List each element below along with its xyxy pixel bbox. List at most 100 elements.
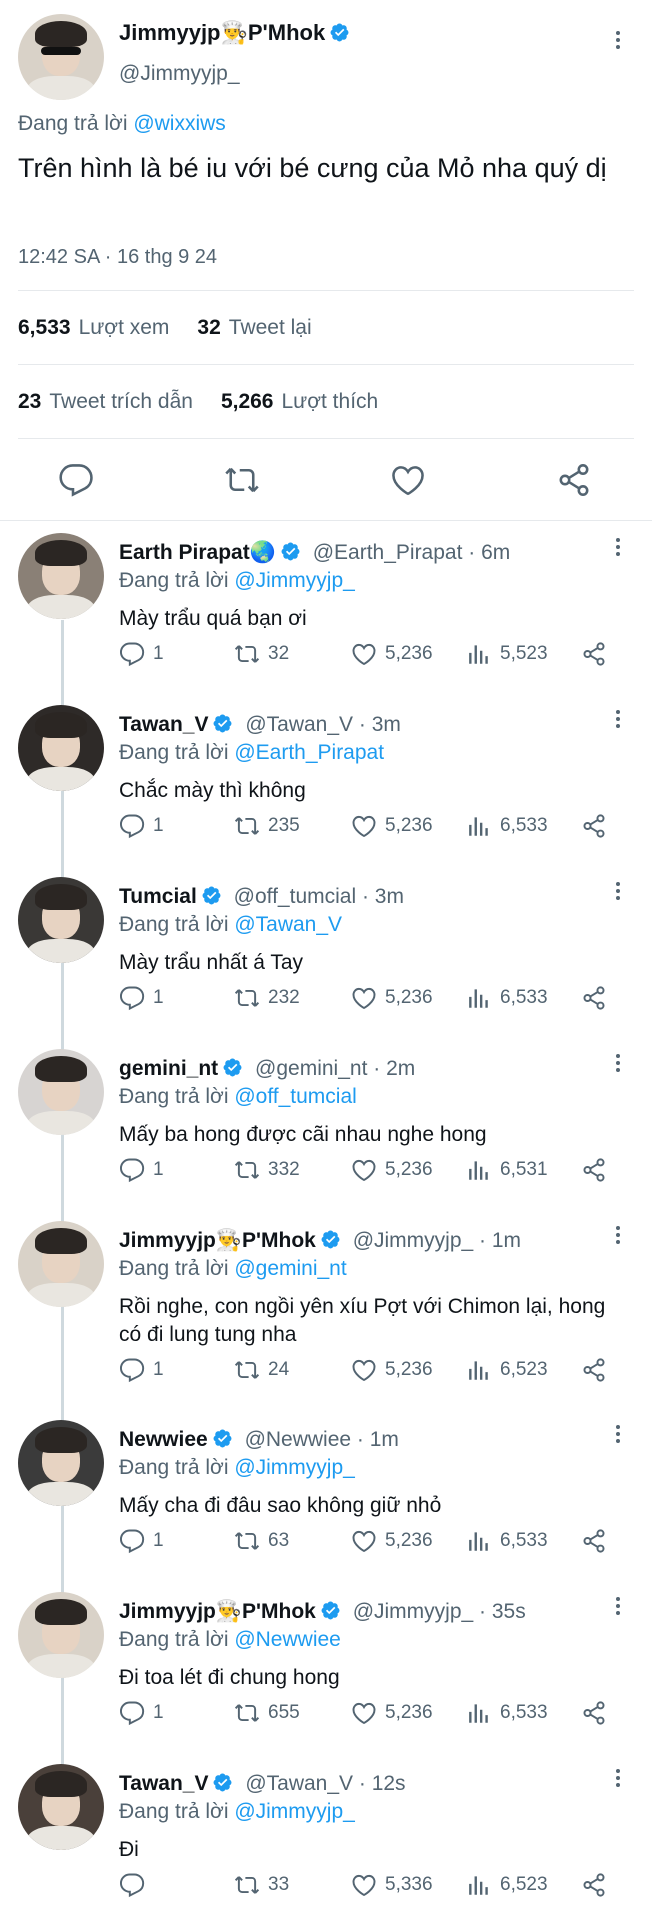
- share-button[interactable]: [581, 1155, 615, 1185]
- replying-to-link[interactable]: @Jimmyyjp_: [234, 569, 355, 592]
- reply-button[interactable]: 1: [119, 983, 164, 1013]
- author-avatar[interactable]: [18, 14, 104, 100]
- author-name[interactable]: Jimmyyjp👨‍🍳P'Mhok: [119, 1600, 316, 1623]
- like-button[interactable]: 5,336: [351, 1870, 433, 1900]
- like-button[interactable]: 5,236: [351, 1155, 433, 1185]
- share-button[interactable]: [581, 1355, 615, 1385]
- author-name[interactable]: Jimmyyjp👨‍🍳P'Mhok: [119, 20, 325, 45]
- like-icon[interactable]: [390, 462, 426, 498]
- like-button[interactable]: 5,236: [351, 1698, 433, 1728]
- share-button[interactable]: [581, 1526, 615, 1556]
- author-name-row[interactable]: Jimmyyjp👨‍🍳P'Mhok: [119, 20, 350, 46]
- author-handle[interactable]: @Tawan_V · 3m: [245, 713, 401, 736]
- replying-to-link[interactable]: @gemini_nt: [234, 1257, 346, 1280]
- replying-to-link[interactable]: @off_tumcial: [234, 1085, 356, 1108]
- author-name[interactable]: Earth Pirapat🌏: [119, 541, 276, 564]
- like-icon: [352, 1159, 376, 1181]
- author-name[interactable]: Newwiee: [119, 1428, 208, 1451]
- replying-to-link[interactable]: @Jimmyyjp_: [234, 1456, 355, 1479]
- views-button[interactable]: 6,533: [466, 1698, 548, 1728]
- retweet-button[interactable]: 235: [234, 811, 300, 841]
- likes-label[interactable]: Lượt thích: [282, 390, 379, 414]
- reply-button[interactable]: 1: [119, 639, 164, 669]
- retweet-button[interactable]: 63: [234, 1526, 289, 1556]
- likes-count[interactable]: 5,266: [221, 390, 274, 414]
- share-button[interactable]: [581, 639, 615, 669]
- reply-button[interactable]: 1: [119, 1698, 164, 1728]
- retweets-count[interactable]: 32: [197, 316, 220, 340]
- author-handle[interactable]: @Newwiee · 1m: [245, 1428, 399, 1451]
- avatar[interactable]: [18, 1049, 104, 1135]
- reply-button[interactable]: 1: [119, 1526, 164, 1556]
- retweet-button[interactable]: 332: [234, 1155, 300, 1185]
- share-button[interactable]: [581, 811, 615, 841]
- author-name[interactable]: Tawan_V: [119, 713, 208, 736]
- retweet-button[interactable]: 232: [234, 983, 300, 1013]
- replying-to-link[interactable]: @Earth_Pirapat: [234, 741, 384, 764]
- share-button[interactable]: [581, 983, 615, 1013]
- more-icon[interactable]: [606, 707, 630, 731]
- avatar[interactable]: [18, 1420, 104, 1506]
- retweet-icon[interactable]: [224, 462, 260, 498]
- avatar[interactable]: [18, 1592, 104, 1678]
- views-button[interactable]: 6,533: [466, 811, 548, 841]
- author-handle[interactable]: @gemini_nt · 2m: [255, 1057, 415, 1080]
- more-icon[interactable]: [606, 1051, 630, 1075]
- retweet-button[interactable]: 24: [234, 1355, 289, 1385]
- share-icon: [583, 1701, 605, 1725]
- avatar[interactable]: [18, 533, 104, 619]
- author-name[interactable]: Jimmyyjp👨‍🍳P'Mhok: [119, 1229, 316, 1252]
- reply-icon[interactable]: [58, 462, 94, 498]
- more-icon[interactable]: [606, 879, 630, 903]
- tweet-timestamp[interactable]: 12:42 SA · 16 thg 9 24: [18, 246, 217, 269]
- replying-to-link[interactable]: @Newwiee: [234, 1628, 341, 1651]
- more-icon[interactable]: [606, 535, 630, 559]
- like-button[interactable]: 5,236: [351, 639, 433, 669]
- like-button[interactable]: 5,236: [351, 1355, 433, 1385]
- author-handle[interactable]: @Jimmyyjp_ · 1m: [353, 1229, 521, 1252]
- avatar[interactable]: [18, 705, 104, 791]
- quotes-count[interactable]: 23: [18, 390, 41, 414]
- reply-text: Đi toa lét đi chung hong: [119, 1666, 340, 1689]
- views-button[interactable]: 6,523: [466, 1355, 548, 1385]
- author-handle[interactable]: @Jimmyyjp_ · 35s: [353, 1600, 526, 1623]
- like-button[interactable]: 5,236: [351, 1526, 433, 1556]
- share-icon[interactable]: [556, 462, 592, 498]
- avatar[interactable]: [18, 1221, 104, 1307]
- replying-to-link[interactable]: @wixxiws: [133, 112, 225, 135]
- views-button[interactable]: 6,531: [466, 1155, 548, 1185]
- avatar[interactable]: [18, 1764, 104, 1850]
- reply-button[interactable]: 1: [119, 1155, 164, 1185]
- reply-button[interactable]: [119, 1870, 153, 1900]
- retweet-button[interactable]: 655: [234, 1698, 300, 1728]
- author-handle[interactable]: @Earth_Pirapat · 6m: [313, 541, 511, 564]
- more-icon[interactable]: [606, 1223, 630, 1247]
- share-button[interactable]: [581, 1698, 615, 1728]
- more-icon[interactable]: [606, 1422, 630, 1446]
- views-button[interactable]: 5,523: [466, 639, 548, 669]
- author-name[interactable]: Tumcial: [119, 885, 197, 908]
- more-icon[interactable]: [606, 1594, 630, 1618]
- reply-button[interactable]: 1: [119, 811, 164, 841]
- retweets-label[interactable]: Tweet lại: [229, 316, 312, 340]
- author-name[interactable]: gemini_nt: [119, 1057, 218, 1080]
- views-button[interactable]: 6,533: [466, 983, 548, 1013]
- reply-button[interactable]: 1: [119, 1355, 164, 1385]
- author-handle[interactable]: @Tawan_V · 12s: [245, 1772, 405, 1795]
- author-handle[interactable]: @Jimmyyjp_: [119, 62, 240, 86]
- views-button[interactable]: 6,523: [466, 1870, 548, 1900]
- more-icon[interactable]: [606, 28, 630, 52]
- share-button[interactable]: [581, 1870, 615, 1900]
- retweet-button[interactable]: 32: [234, 639, 289, 669]
- like-button[interactable]: 5,236: [351, 811, 433, 841]
- avatar[interactable]: [18, 877, 104, 963]
- more-icon[interactable]: [606, 1766, 630, 1790]
- replying-to-link[interactable]: @Tawan_V: [234, 913, 342, 936]
- quotes-label[interactable]: Tweet trích dẫn: [49, 390, 193, 414]
- views-button[interactable]: 6,533: [466, 1526, 548, 1556]
- retweet-button[interactable]: 33: [234, 1870, 289, 1900]
- replying-to-link[interactable]: @Jimmyyjp_: [234, 1800, 355, 1823]
- author-name[interactable]: Tawan_V: [119, 1772, 208, 1795]
- like-button[interactable]: 5,236: [351, 983, 433, 1013]
- author-handle[interactable]: @off_tumcial · 3m: [234, 885, 404, 908]
